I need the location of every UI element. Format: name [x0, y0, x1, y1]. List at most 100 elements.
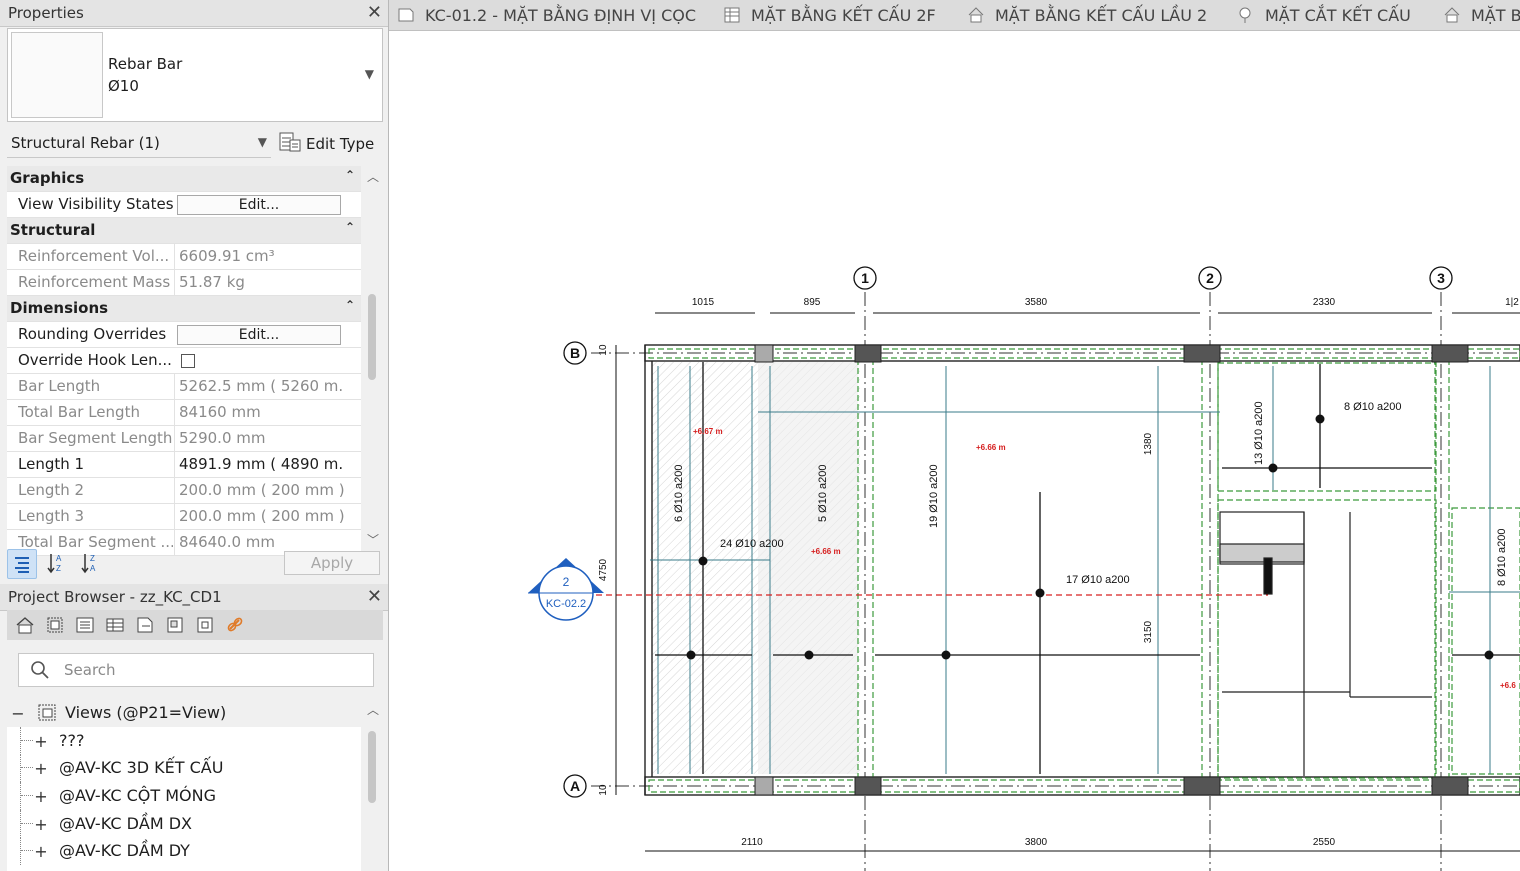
tree-item[interactable]: + @AV-KC DẦM DY: [7, 837, 361, 866]
level-tag: +6.6: [1500, 681, 1516, 690]
sort-ascending-icon[interactable]: AZ: [43, 549, 71, 577]
view-tabs-bar: KC-01.2 - MẶT BẰNG ĐỊNH VỊ CỌC MẶT BẰNG K…: [389, 0, 1520, 31]
rebar-tag: 5 Ø10 a200: [817, 465, 829, 523]
property-row[interactable]: View Visibility States Edit...: [7, 192, 361, 218]
tab-view-5[interactable]: MẶT B: [1443, 0, 1520, 30]
property-value: 5290.0 mm: [174, 426, 344, 451]
drawing-canvas[interactable]: 1 2 3 B A 2 KC-02.2 1015 895 3580 2330 1|2 2110 38…: [389, 31, 1520, 871]
property-label: Bar Segment Length: [18, 429, 173, 447]
expand-icon[interactable]: +: [34, 759, 48, 778]
scroll-up-icon[interactable]: ︿: [367, 168, 379, 185]
property-row[interactable]: Override Hook Len...: [7, 348, 361, 374]
shaded-slab-zone: [758, 362, 858, 774]
structural-plan-drawing[interactable]: 1 2 3 B A 2 KC-02.2 1015 895 3580 2330 1|2 2110 38…: [389, 31, 1520, 871]
tree-item[interactable]: + @AV-KC CỘT MÓNG: [7, 782, 361, 811]
tree-guide: [20, 809, 21, 838]
tree-item[interactable]: + @AV-KC 3D KẾT CẤU: [7, 754, 361, 783]
categorized-view-icon[interactable]: [7, 549, 37, 579]
property-group-header[interactable]: Dimensions ⌃: [7, 296, 361, 322]
expand-icon[interactable]: +: [34, 842, 48, 861]
expand-icon[interactable]: +: [34, 787, 48, 806]
expand-icon[interactable]: +: [34, 815, 48, 834]
grid-bubble[interactable]: B: [563, 341, 587, 365]
property-row: Length 3 200.0 mm ( 200 mm ): [7, 504, 361, 530]
family-icon[interactable]: [163, 613, 187, 637]
grid-bubble-label: 2: [1206, 270, 1214, 286]
grid-bubble-label: 3: [1437, 270, 1445, 286]
tab-view-3[interactable]: MẶT BẰNG KẾT CẤU LẦU 2: [967, 0, 1207, 30]
property-group-header[interactable]: Graphics ⌃: [7, 166, 361, 192]
dimension-text: 895: [804, 297, 821, 308]
section-tag-number: 2: [563, 575, 570, 589]
scroll-thumb[interactable]: [368, 294, 376, 380]
tree-item[interactable]: + @AV-KC DẦM DX: [7, 809, 361, 838]
tree-item-label: ???: [59, 730, 85, 750]
group-label: Dimensions: [10, 299, 109, 317]
property-value: 200.0 mm ( 200 mm ): [174, 504, 344, 529]
tree-item-label: @AV-KC DẦM DY: [59, 841, 190, 861]
dimension-text: 2110: [741, 837, 763, 848]
apply-button[interactable]: Apply: [284, 551, 380, 575]
collapse-group-icon[interactable]: ⌃: [345, 298, 355, 312]
dimension-text: 3150: [1143, 620, 1154, 643]
edit-type-button[interactable]: Edit Type: [278, 131, 374, 157]
search-placeholder: Search: [64, 661, 116, 679]
property-value: 51.87 kg: [174, 270, 344, 295]
property-label: Reinforcement Vol...: [18, 247, 170, 265]
tree-scrollbar[interactable]: ︿: [364, 699, 382, 871]
collapse-icon[interactable]: −: [11, 704, 25, 723]
link-icon[interactable]: [223, 613, 247, 637]
sheet-icon[interactable]: [133, 613, 157, 637]
property-row: Bar Length 5262.5 mm ( 5260 m...: [7, 374, 361, 400]
property-row: Length 2 200.0 mm ( 200 mm ): [7, 478, 361, 504]
expand-icon[interactable]: +: [34, 732, 48, 751]
edit-button[interactable]: Edit...: [177, 325, 341, 345]
scroll-thumb[interactable]: [368, 731, 376, 803]
group-icon[interactable]: [193, 613, 217, 637]
property-value[interactable]: 4891.9 mm ( 4890 m...: [174, 452, 344, 477]
property-row[interactable]: Length 1 4891.9 mm ( 4890 m...: [7, 452, 361, 478]
type-selector[interactable]: Rebar Bar Ø10 ▼: [7, 28, 383, 122]
tree-guide: [21, 850, 33, 852]
close-icon[interactable]: ✕: [367, 2, 382, 23]
edit-button[interactable]: Edit...: [177, 195, 341, 215]
grid-bubble[interactable]: A: [563, 774, 587, 798]
tab-view-1[interactable]: KC-01.2 - MẶT BẰNG ĐỊNH VỊ CỌC: [397, 0, 696, 30]
override-hook-checkbox[interactable]: [181, 354, 195, 368]
tree-item[interactable]: +???: [7, 726, 361, 755]
rebar-tag: 17 Ø10 a200: [1066, 574, 1130, 586]
scroll-up-icon[interactable]: ︿: [367, 701, 379, 718]
section-tag[interactable]: 2 KC-02.2: [528, 558, 604, 621]
project-browser-search[interactable]: Search: [18, 653, 374, 687]
property-row[interactable]: Rounding Overrides Edit...: [7, 322, 361, 348]
tab-view-4[interactable]: MẶT CẮT KẾT CẤU: [1237, 0, 1411, 30]
view-icon[interactable]: [43, 613, 67, 637]
close-icon[interactable]: ✕: [367, 586, 382, 607]
grid-bubble[interactable]: 3: [1429, 266, 1453, 290]
property-label: Total Bar Length: [18, 403, 140, 421]
sort-descending-icon[interactable]: ZA: [77, 549, 105, 577]
chevron-down-icon[interactable]: ▼: [258, 135, 267, 149]
properties-titlebar: Properties ✕: [0, 0, 388, 27]
legend-icon[interactable]: [73, 613, 97, 637]
property-group-header[interactable]: Structural ⌃: [7, 218, 361, 244]
grid-bubble[interactable]: 1: [853, 266, 877, 290]
properties-title: Properties: [8, 4, 84, 22]
grid-bubble[interactable]: 2: [1198, 266, 1222, 290]
tree-node-views[interactable]: − Views (@P21=View): [7, 699, 361, 727]
property-label: Length 1: [18, 455, 85, 473]
floor-plan-icon: [967, 6, 985, 24]
home-icon[interactable]: [13, 613, 37, 637]
dimension-text: 1380: [1143, 432, 1154, 455]
tab-view-2[interactable]: MẶT BẰNG KẾT CẤU 2F: [723, 0, 936, 30]
level-tag: +6.67 m: [693, 427, 723, 436]
collapse-group-icon[interactable]: ⌃: [345, 220, 355, 234]
tree-guide: [20, 754, 21, 783]
collapse-group-icon[interactable]: ⌃: [345, 168, 355, 182]
type-preview-thumbnail: [11, 32, 103, 118]
schedule-icon[interactable]: [103, 613, 127, 637]
scroll-down-icon[interactable]: ﹀: [367, 531, 379, 548]
chevron-down-icon[interactable]: ▼: [365, 67, 374, 81]
instance-filter-dropdown[interactable]: Structural Rebar (1) ▼: [7, 131, 271, 158]
properties-scrollbar[interactable]: ︿ ﹀: [364, 166, 382, 548]
